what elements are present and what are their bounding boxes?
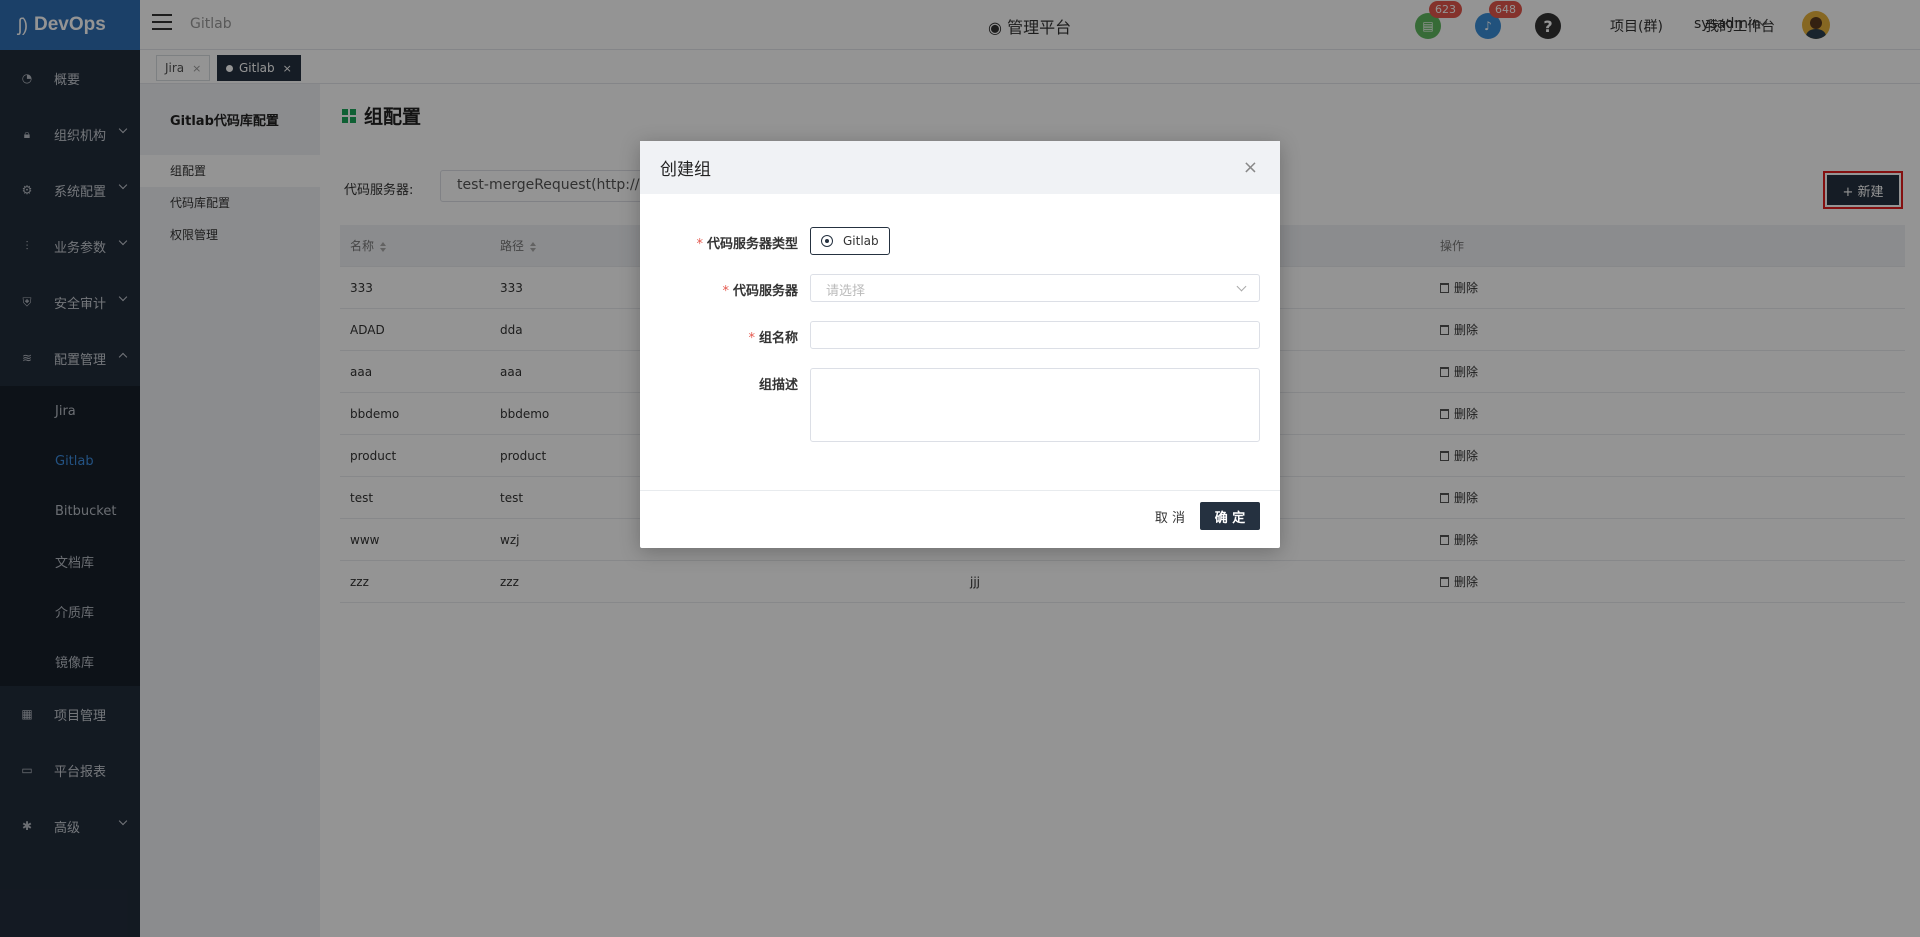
server-type-label: * 代码服务器类型 xyxy=(696,237,798,252)
confirm-button[interactable]: 确 定 xyxy=(1200,502,1260,530)
group-desc-label: 组描述 xyxy=(758,378,798,393)
radio-checked-icon xyxy=(821,235,833,247)
chevron-down-icon xyxy=(1236,281,1247,292)
create-group-dialog: 创建组 × * 代码服务器类型 Gitlab * 代码服务器 请选择 * 组名称 组描… xyxy=(640,141,1280,548)
server-label: * 代码服务器 xyxy=(722,284,798,299)
group-desc-textarea[interactable] xyxy=(810,368,1260,442)
group-name-input[interactable] xyxy=(810,321,1260,349)
radio-label: Gitlab xyxy=(843,234,879,248)
dialog-footer: 取 消 确 定 xyxy=(640,490,1280,548)
group-name-label: * 组名称 xyxy=(748,331,798,346)
select-placeholder: 请选择 xyxy=(826,284,866,299)
cancel-button[interactable]: 取 消 xyxy=(1155,507,1185,526)
radio-gitlab[interactable]: Gitlab xyxy=(810,227,890,255)
close-icon[interactable]: × xyxy=(1243,157,1258,178)
dialog-header: 创建组 × xyxy=(640,141,1280,194)
dialog-title: 创建组 xyxy=(660,160,711,180)
server-select[interactable]: 请选择 xyxy=(810,274,1260,302)
